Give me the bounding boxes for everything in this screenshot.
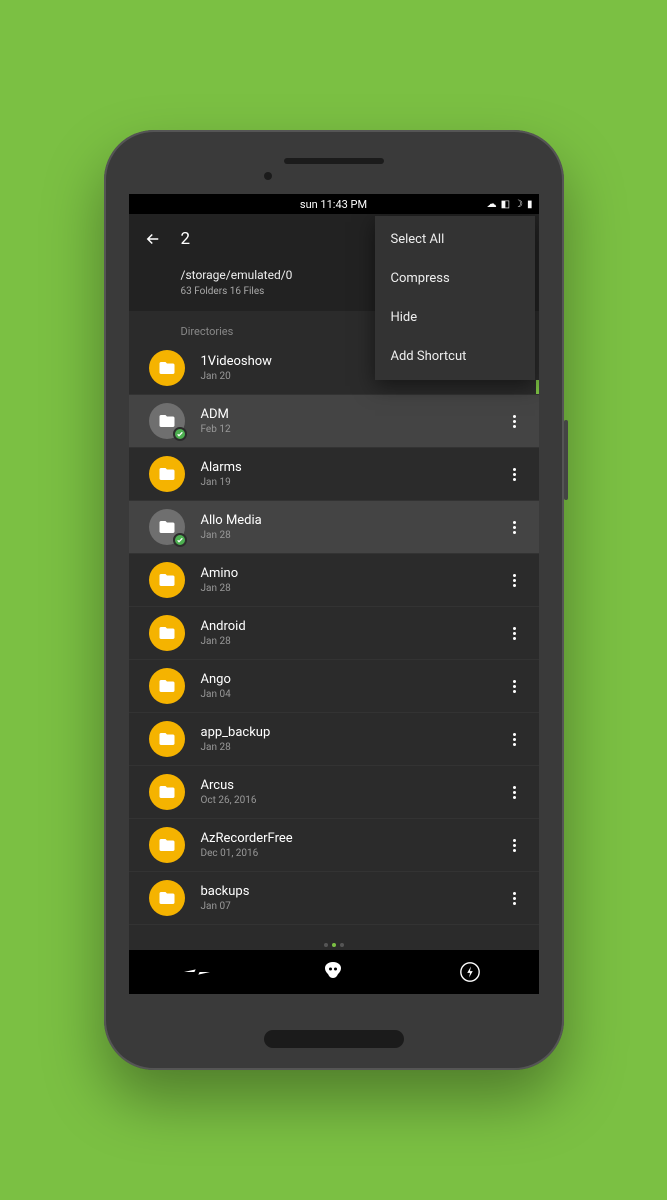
item-meta: Ango Jan 04 (201, 672, 505, 700)
item-more-button[interactable] (505, 413, 525, 430)
folder-icon (149, 615, 185, 651)
item-meta: ADM Feb 12 (201, 407, 505, 435)
folder-icon (149, 668, 185, 704)
menu-add-shortcut[interactable]: Add Shortcut (375, 337, 535, 376)
item-more-button[interactable] (505, 837, 525, 854)
item-meta: Alarms Jan 19 (201, 460, 505, 488)
list-item[interactable]: Arcus Oct 26, 2016 (129, 766, 539, 819)
item-more-button[interactable] (505, 572, 525, 589)
list-item[interactable]: backups Jan 07 (129, 872, 539, 925)
item-date: Dec 01, 2016 (201, 848, 505, 859)
item-more-button[interactable] (505, 519, 525, 536)
status-icons: ☁ ◧ ☽ ▮ (487, 199, 533, 210)
phone-home-button (264, 1030, 404, 1048)
context-menu: Select All Compress Hide Add Shortcut (375, 216, 535, 380)
phone-camera (264, 172, 272, 180)
item-meta: Arcus Oct 26, 2016 (201, 778, 505, 806)
item-date: Jan 28 (201, 530, 505, 541)
phone-frame: sun 11:43 PM ☁ ◧ ☽ ▮ 2 /storage/emulated… (104, 130, 564, 1070)
item-name: app_backup (201, 725, 505, 740)
item-more-button[interactable] (505, 466, 525, 483)
folder-icon (149, 721, 185, 757)
folder-icon (149, 456, 185, 492)
nav-bolt-icon[interactable] (440, 950, 500, 994)
directory-list[interactable]: 1VideoshowJan 20ADMFeb 12AlarmsJan 19All… (129, 342, 539, 925)
weather-icon: ☁ (487, 199, 497, 210)
status-bar: sun 11:43 PM ☁ ◧ ☽ ▮ (129, 194, 539, 214)
list-item[interactable]: Allo Media Jan 28 (129, 501, 539, 554)
item-date: Jan 28 (201, 742, 505, 753)
item-meta: backups Jan 07 (201, 884, 505, 912)
item-meta: Allo Media Jan 28 (201, 513, 505, 541)
list-item[interactable]: Alarms Jan 19 (129, 448, 539, 501)
status-time: sun 11:43 PM (300, 198, 367, 211)
item-name: Amino (201, 566, 505, 581)
item-more-button[interactable] (505, 731, 525, 748)
item-more-button[interactable] (505, 678, 525, 695)
item-date: Jan 04 (201, 689, 505, 700)
page-indicator (129, 940, 539, 950)
item-name: AzRecorderFree (201, 831, 505, 846)
nav-flash-icon[interactable] (167, 950, 227, 994)
item-name: Android (201, 619, 505, 634)
item-date: Oct 26, 2016 (201, 795, 505, 806)
phone-speaker (284, 158, 384, 164)
bottom-nav (129, 950, 539, 994)
dnd-icon: ☽ (514, 199, 523, 210)
nav-mask-icon[interactable] (303, 950, 363, 994)
item-name: Arcus (201, 778, 505, 793)
item-date: Jan 19 (201, 477, 505, 488)
menu-hide[interactable]: Hide (375, 298, 535, 337)
item-meta: Amino Jan 28 (201, 566, 505, 594)
item-date: Jan 28 (201, 583, 505, 594)
phone-side-button (564, 420, 568, 500)
checkmark-icon (173, 427, 187, 441)
folder-icon (149, 562, 185, 598)
item-meta: Android Jan 28 (201, 619, 505, 647)
folder-icon (149, 509, 185, 545)
list-item[interactable]: Amino Jan 28 (129, 554, 539, 607)
item-name: ADM (201, 407, 505, 422)
item-name: Allo Media (201, 513, 505, 528)
list-item[interactable]: Ango Jan 04 (129, 660, 539, 713)
item-more-button[interactable] (505, 784, 525, 801)
item-date: Jan 28 (201, 636, 505, 647)
item-name: Ango (201, 672, 505, 687)
folder-icon (149, 403, 185, 439)
item-date: Jan 07 (201, 901, 505, 912)
list-item[interactable]: Android Jan 28 (129, 607, 539, 660)
list-item[interactable]: ADM Feb 12 (129, 395, 539, 448)
list-item[interactable]: app_backup Jan 28 (129, 713, 539, 766)
selection-count: 2 (181, 229, 191, 249)
signal-icon: ◧ (501, 199, 510, 210)
folder-icon (149, 774, 185, 810)
item-date: Feb 12 (201, 424, 505, 435)
back-button[interactable] (143, 229, 163, 249)
item-meta: app_backup Jan 28 (201, 725, 505, 753)
folder-icon (149, 827, 185, 863)
menu-select-all[interactable]: Select All (375, 220, 535, 259)
folder-icon (149, 350, 185, 386)
item-more-button[interactable] (505, 890, 525, 907)
menu-compress[interactable]: Compress (375, 259, 535, 298)
list-item[interactable]: AzRecorderFree Dec 01, 2016 (129, 819, 539, 872)
checkmark-icon (173, 533, 187, 547)
battery-icon: ▮ (527, 199, 533, 210)
screen: sun 11:43 PM ☁ ◧ ☽ ▮ 2 /storage/emulated… (129, 194, 539, 994)
folder-icon (149, 880, 185, 916)
item-name: Alarms (201, 460, 505, 475)
item-name: backups (201, 884, 505, 899)
item-meta: AzRecorderFree Dec 01, 2016 (201, 831, 505, 859)
item-more-button[interactable] (505, 625, 525, 642)
